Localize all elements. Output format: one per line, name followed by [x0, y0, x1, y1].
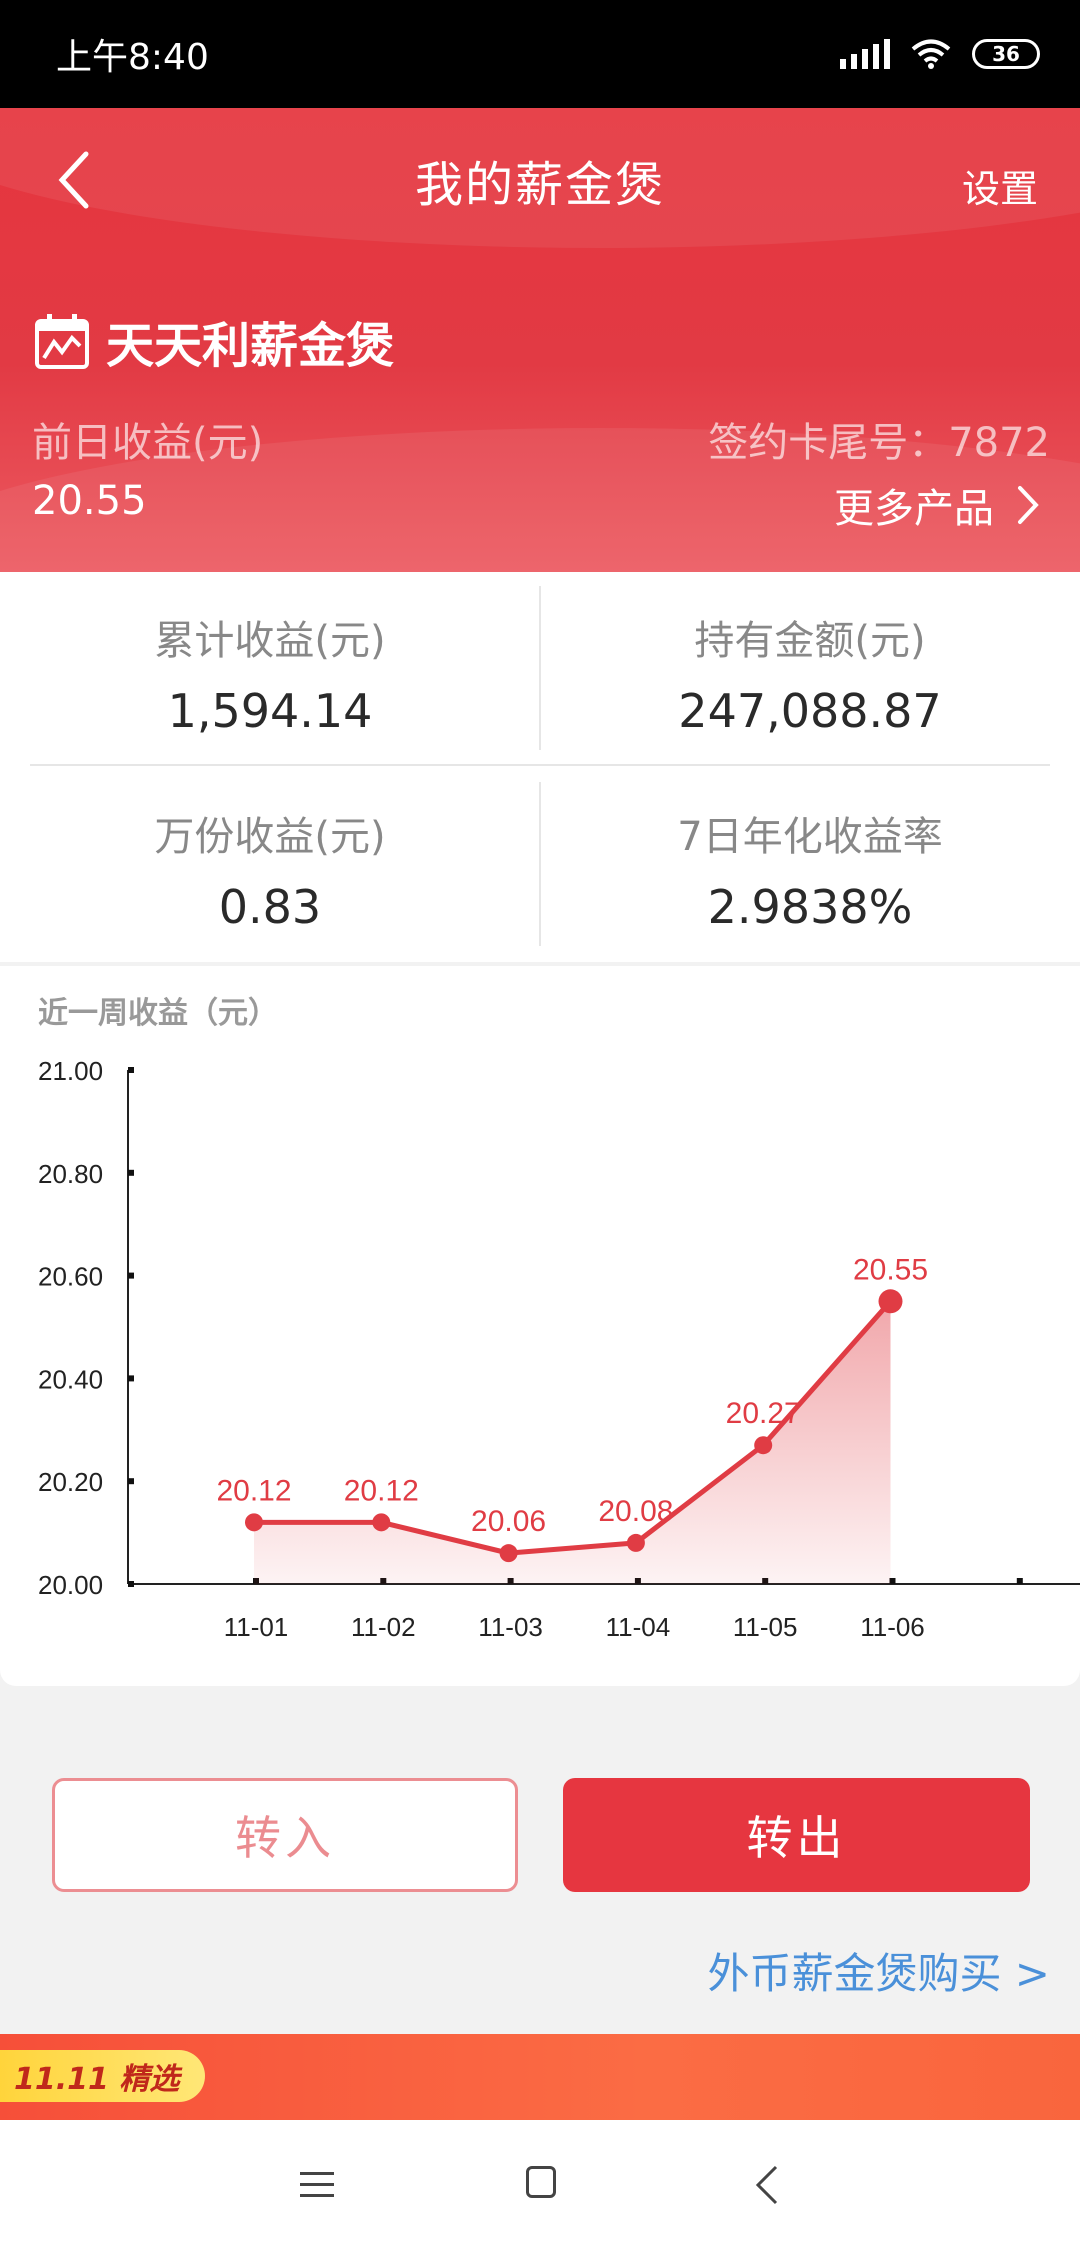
x-tick-label: 11-02: [351, 1612, 416, 1642]
home-icon[interactable]: [526, 2166, 556, 2198]
transfer-out-button[interactable]: 转出: [563, 1778, 1030, 1892]
x-tick-label: 11-01: [224, 1612, 289, 1642]
data-point: [372, 1513, 391, 1532]
y-tick-label: 20.40: [38, 1364, 103, 1394]
promo-banner[interactable]: 11.11 精选: [0, 2034, 1080, 2120]
data-label: 20.06: [471, 1505, 546, 1538]
stat-value: 2.9838%: [707, 880, 913, 934]
foreign-currency-purchase-link[interactable]: 外币薪金煲购买 >: [707, 1940, 1050, 2001]
system-nav-bar: [0, 2120, 1080, 2248]
data-point: [245, 1513, 263, 1532]
battery-icon: 36: [972, 39, 1040, 69]
transfer-in-button[interactable]: 转入: [52, 1778, 518, 1892]
nav-bar: 我的薪金煲 设置: [0, 108, 1080, 252]
chevron-left-icon: [58, 151, 89, 209]
stat-label: 万份收益(元): [154, 814, 386, 860]
data-label: 20.08: [598, 1495, 673, 1528]
weekly-earnings-chart: 近一周收益（元） 20.00 20.20 20.40 20.60 20.80 21.00 1…: [0, 966, 1080, 1686]
y-tick-mark: [128, 1581, 134, 1587]
y-tick-label: 20.80: [38, 1159, 103, 1189]
area-fill: [254, 1301, 891, 1584]
status-bar: 上午8:40 36: [0, 0, 1080, 108]
stats-panel: 累计收益(元) 1,594.14 持有金额(元) 247,088.87 万份收益…: [0, 572, 1080, 962]
data-point: [754, 1436, 773, 1455]
data-point: [499, 1544, 518, 1563]
header-panel: 我的薪金煲 设置 天天利薪金煲 前日收益(元) 签约卡尾号：7872 20.55…: [0, 108, 1080, 572]
data-label: 20.27: [726, 1397, 801, 1430]
status-time: 上午8:40: [56, 37, 209, 78]
y-tick-label: 21.00: [38, 1056, 103, 1086]
card-number-label: 签约卡尾号：7872: [708, 420, 1050, 466]
divider: [30, 764, 1050, 766]
stat-label: 持有金额(元): [694, 618, 926, 664]
divider: [539, 586, 541, 750]
stat-label: 7日年化收益率: [677, 814, 943, 860]
product-name: 天天利薪金煲: [106, 318, 395, 374]
stat-value: 0.83: [218, 880, 322, 934]
back-icon[interactable]: [752, 2164, 782, 2206]
y-tick-mark: [128, 1272, 134, 1279]
y-tick-label: 20.60: [38, 1262, 103, 1292]
x-tick-mark: [1016, 1578, 1023, 1584]
y-tick-mark: [128, 1169, 134, 1176]
chevron-right-icon: [1018, 486, 1039, 524]
data-label: 20.55: [853, 1253, 928, 1286]
wifi-icon: [911, 39, 951, 69]
battery-level: 36: [992, 42, 1020, 66]
menu-icon[interactable]: [300, 2170, 334, 2200]
settings-button[interactable]: 设置: [962, 158, 1038, 213]
yesterday-earnings-value: 20.55: [32, 478, 147, 524]
back-button[interactable]: [44, 148, 104, 212]
stat-per-10k-earnings: 万份收益(元) 0.83: [0, 804, 540, 934]
data-point: [626, 1533, 645, 1552]
y-tick-mark: [128, 1375, 134, 1382]
x-tick-label: 11-05: [733, 1612, 798, 1642]
product-header: 天天利薪金煲: [34, 306, 394, 376]
signal-icon: [840, 39, 890, 69]
yesterday-earnings-label: 前日收益(元): [32, 420, 264, 466]
y-tick-label: 20.20: [38, 1467, 103, 1497]
chart-svg: 20.00 20.20 20.40 20.60 20.80 21.00 11-01 11-02…: [38, 1056, 1080, 1642]
stat-value: 247,088.87: [678, 684, 942, 738]
x-tick-label: 11-03: [478, 1612, 543, 1642]
calendar-chart-icon: [35, 314, 89, 369]
page-title: 我的薪金煲: [414, 157, 665, 213]
y-tick-mark: [128, 1067, 134, 1073]
divider: [539, 782, 541, 946]
more-products-label: 更多产品: [834, 486, 994, 532]
data-point: [878, 1289, 903, 1314]
stat-holding-amount: 持有金额(元) 247,088.87: [540, 608, 1080, 738]
data-label: 20.12: [344, 1474, 419, 1507]
stat-cumulative-earnings: 累计收益(元) 1,594.14: [0, 608, 540, 738]
y-tick-label: 20.00: [38, 1570, 103, 1600]
stat-7day-yield: 7日年化收益率 2.9838%: [540, 804, 1080, 934]
y-tick-mark: [128, 1478, 134, 1485]
stat-label: 累计收益(元): [154, 618, 386, 664]
more-products-link[interactable]: 更多产品: [834, 476, 1040, 534]
x-tick-label: 11-06: [860, 1612, 925, 1642]
data-label: 20.12: [216, 1474, 291, 1507]
x-tick-label: 11-04: [606, 1612, 671, 1642]
promo-tag: 11.11 精选: [0, 2050, 206, 2102]
status-icons: 36: [840, 38, 1040, 70]
stat-value: 1,594.14: [167, 684, 373, 738]
